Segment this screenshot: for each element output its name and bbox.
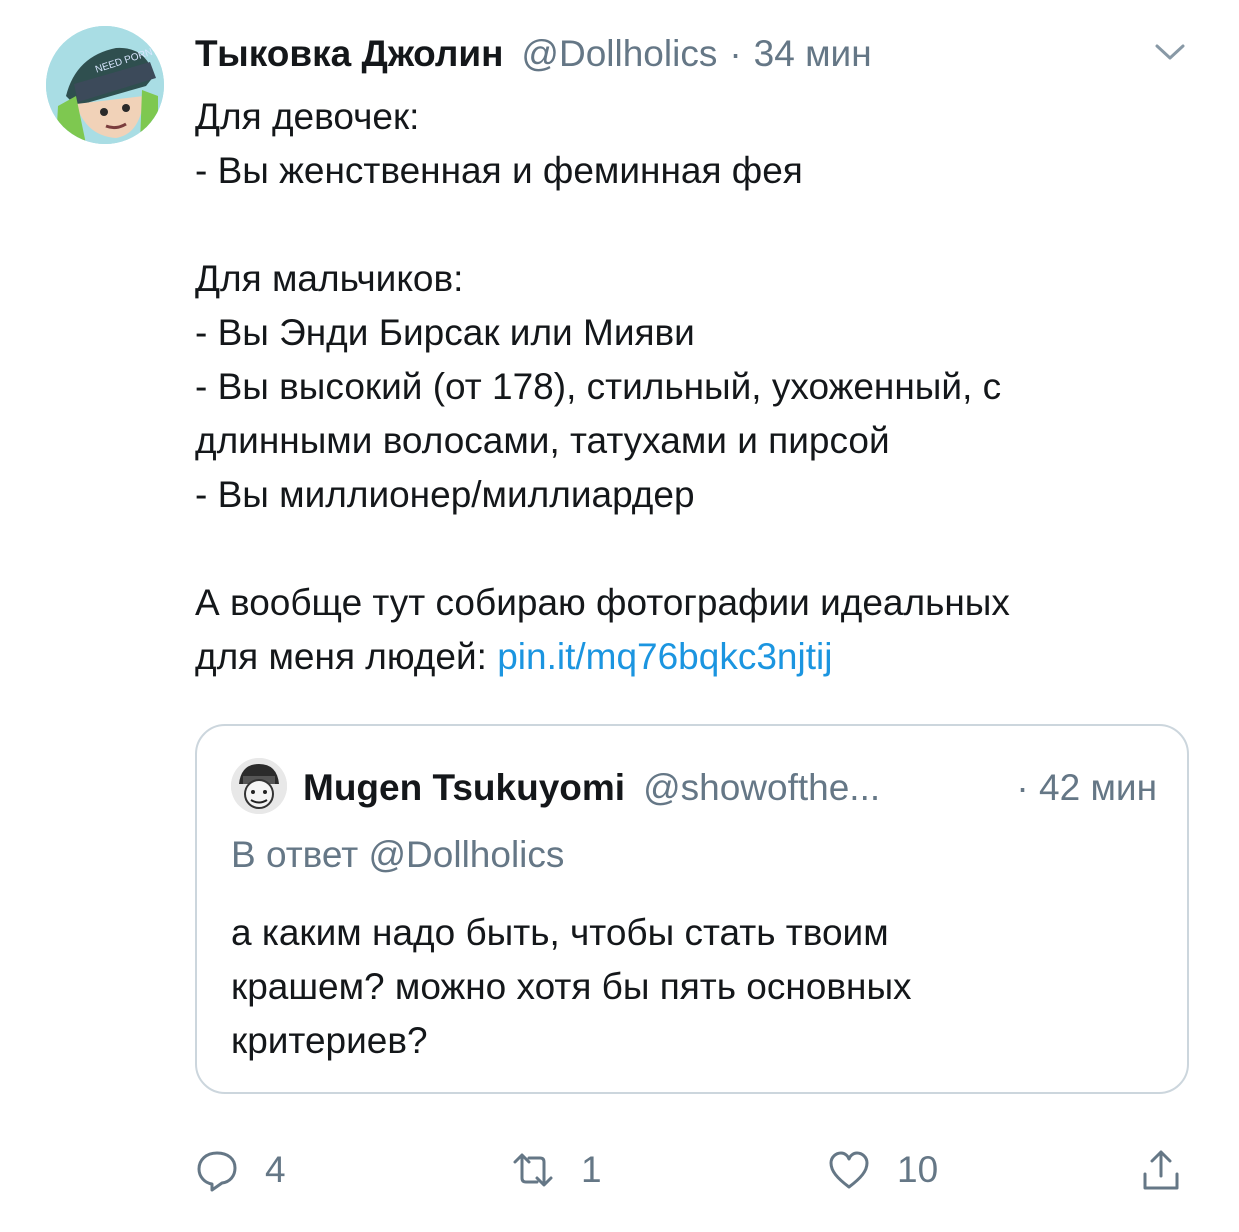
quote-time: · 42 мин [1016, 767, 1157, 808]
tweet-header: Тыковка Джолин @Dollholics · 34 мин [195, 26, 1179, 82]
quote-line: критериев? [231, 1020, 428, 1061]
tweet-line: - Вы высокий (от 178), стильный, ухоженн… [195, 366, 1002, 407]
tweet-line: Для мальчиков: [195, 258, 464, 299]
quote-author-name: Mugen Tsukuyomi [303, 767, 626, 808]
quote-line: а каким надо быть, чтобы стать твоим [231, 912, 889, 953]
tweet-line-with-link: для меня людей: pin.it/mq76bqkc3njtij [195, 630, 1185, 684]
caret-down-icon[interactable] [1153, 38, 1187, 66]
like-icon [829, 1151, 869, 1189]
author-avatar[interactable]: NEED PORN [46, 26, 164, 144]
tweet-text: Для девочек: - Вы женственная и феминная… [195, 90, 1185, 684]
tweet-line-prefix: для меня людей: [195, 636, 498, 677]
like-button[interactable]: 10 [827, 1140, 938, 1200]
header-separator: · [729, 33, 742, 74]
author-handle[interactable]: @Dollholics [521, 26, 717, 82]
like-count: 10 [897, 1149, 939, 1190]
avatar-illustration: NEED PORN [46, 26, 164, 144]
quote-text: а каким надо быть, чтобы стать твоим кра… [231, 906, 1151, 1068]
retweet-count: 1 [581, 1149, 602, 1190]
tweet-line: А вообще тут собираю фотографии идеальны… [195, 582, 1010, 623]
reply-button[interactable]: 4 [195, 1140, 286, 1200]
tweet-line: - Вы женственная и феминная фея [195, 150, 803, 191]
reply-icon [197, 1151, 237, 1192]
tweet-line: длинными волосами, татухами и пирсой [195, 420, 890, 461]
quote-header: Mugen Tsukuyomi @showofthe... · 42 мин [303, 760, 1157, 816]
retweet-icon [513, 1153, 553, 1187]
quote-author-handle: @showofthe... [643, 767, 881, 808]
share-icon [1143, 1150, 1179, 1190]
quote-reply-to: В ответ @Dollholics [231, 834, 565, 875]
author-name[interactable]: Тыковка Джолин [195, 26, 503, 82]
tweet-actions: 4 1 10 [195, 1140, 1195, 1200]
quote-line: крашем? можно хотя бы пять основных [231, 966, 912, 1007]
share-button[interactable] [1139, 1140, 1209, 1200]
tweet-line: - Вы Энди Бирсак или Мияви [195, 312, 695, 353]
quoted-tweet[interactable]: Mugen Tsukuyomi @showofthe... · 42 мин В… [195, 724, 1189, 1094]
tweet-link[interactable]: pin.it/mq76bqkc3njtij [497, 636, 832, 677]
tweet-line: Для девочек: [195, 96, 420, 137]
tweet-line: - Вы миллионер/миллиардер [195, 474, 695, 515]
quote-author-avatar [231, 758, 287, 814]
reply-count: 4 [265, 1149, 286, 1190]
retweet-button[interactable]: 1 [511, 1140, 602, 1200]
tweet-time[interactable]: 34 мин [754, 26, 872, 82]
